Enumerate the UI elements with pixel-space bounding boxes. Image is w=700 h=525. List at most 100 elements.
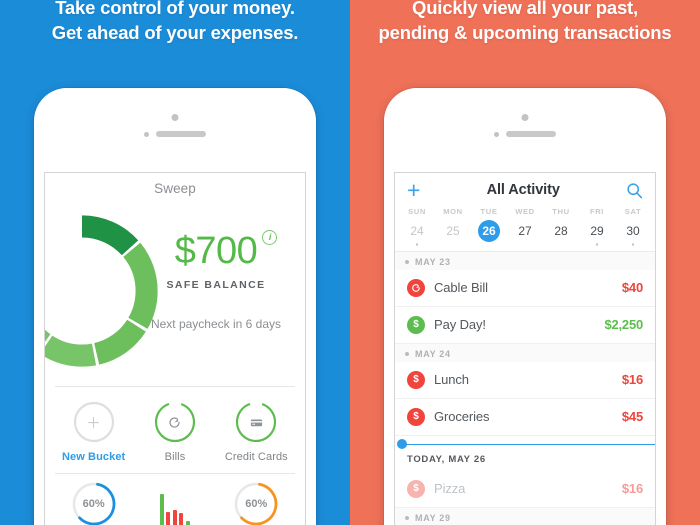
info-icon[interactable]: i	[262, 230, 278, 245]
transaction-amount: $40	[621, 280, 643, 295]
day-of-week-label: THU	[552, 207, 570, 216]
phone-sensor-icon	[494, 131, 499, 137]
activity-list: MAY 23 Cable Bill $40 $ Pay Day! $2,250 MAY 24…	[395, 250, 655, 525]
week-day-27[interactable]: WED 27	[507, 207, 543, 246]
right-headline: Quickly view all your past, pending & up…	[350, 0, 700, 45]
right-headline-line1: Quickly view all your past,	[412, 0, 638, 18]
mini-progress-ring-widget[interactable]: 60%	[216, 480, 296, 525]
day-activity-dot	[631, 243, 635, 246]
left-headline: Take control of your money. Get ahead of…	[0, 0, 350, 45]
right-panel: Quickly view all your past, pending & up…	[350, 0, 700, 525]
date-section-header: MAY 29	[395, 507, 655, 525]
day-activity-dot	[415, 243, 419, 246]
bar	[179, 513, 184, 525]
day-of-week-label: SAT	[624, 207, 642, 216]
bucket-item-credit-cards[interactable]: Credit Cards	[216, 400, 296, 463]
section-bullet-icon	[405, 351, 409, 356]
right-phone-mockup: + All Activity SUN 24 MON 25 TUE 26 WED 27 THU 28…	[384, 88, 666, 525]
transaction-amount: $16	[621, 481, 643, 496]
next-paycheck-text: Next paycheck in 6 days	[150, 317, 282, 331]
week-day-29[interactable]: FRI 29	[579, 207, 615, 246]
dollar-icon: $	[407, 407, 425, 426]
bucket-progress-ring	[234, 400, 278, 444]
section-bullet-icon	[405, 515, 409, 520]
bucket-progress-ring	[72, 400, 116, 444]
bucket-label: Credit Cards	[224, 451, 288, 463]
bucket-row: New Bucket Bills Credit Cards	[45, 387, 305, 473]
day-number: 24	[410, 224, 424, 238]
safe-balance-label: SAFE BALANCE	[166, 279, 266, 291]
today-line	[402, 443, 655, 446]
day-number: 27	[518, 224, 532, 238]
phone-earpiece	[144, 131, 206, 137]
mini-ring-percent: 60%	[245, 498, 268, 510]
day-of-week-label: WED	[515, 207, 535, 216]
left-panel: Take control of your money. Get ahead of…	[0, 0, 350, 525]
transaction-amount: $16	[621, 372, 643, 387]
add-transaction-button[interactable]: +	[407, 179, 420, 202]
phone-sensor-icon	[144, 131, 149, 137]
credit-card-icon	[250, 419, 262, 426]
right-headline-line2: pending & upcoming transactions	[378, 21, 672, 43]
bar	[159, 494, 164, 525]
week-day-26[interactable]: TUE 26	[471, 207, 507, 246]
phone-camera-icon	[171, 114, 179, 121]
recurring-icon	[169, 416, 181, 428]
transaction-name: Groceries	[434, 409, 490, 424]
date-section-header: MAY 24	[395, 343, 655, 362]
today-marker-line	[395, 438, 655, 452]
safe-balance-amount: $700 i	[174, 230, 278, 272]
search-icon[interactable]	[626, 182, 643, 199]
bar	[172, 510, 177, 525]
sweep-app-title: Sweep	[154, 181, 196, 196]
day-number: 28	[554, 224, 568, 238]
date-section-label: MAY 29	[415, 512, 451, 523]
bucket-item-bills[interactable]: Bills	[135, 400, 215, 463]
phone-earpiece	[494, 131, 556, 137]
phone-speaker-icon	[156, 131, 206, 137]
transaction-row[interactable]: Cable Bill $40	[395, 270, 655, 307]
day-number: 26	[478, 220, 500, 242]
bar	[166, 512, 171, 525]
transaction-name: Pay Day!	[434, 317, 486, 332]
mini-progress-ring-widget[interactable]: 60%	[54, 480, 134, 525]
activity-title: All Activity	[486, 182, 560, 198]
plus-icon	[88, 416, 100, 428]
activity-header: + All Activity	[395, 173, 655, 205]
date-section-label: MAY 24	[415, 348, 451, 359]
week-day-24[interactable]: SUN 24	[399, 207, 435, 246]
transaction-row[interactable]: $ Lunch $16	[395, 362, 655, 399]
mini-bar-chart	[151, 480, 199, 525]
today-label: TODAY, MAY 26	[407, 453, 486, 465]
left-phone-mockup: Sweep $700 i SAFE BALANCE Next paycheck …	[34, 88, 316, 525]
dollar-icon: $	[407, 370, 425, 389]
mini-ring-percent: 60%	[82, 498, 105, 510]
transaction-row[interactable]: $ Pay Day! $2,250	[395, 307, 655, 344]
week-day-25[interactable]: MON 25	[435, 207, 471, 246]
mini-bar-chart-widget[interactable]	[135, 480, 215, 525]
today-dot-icon	[397, 439, 407, 449]
phone-speaker-icon	[506, 131, 556, 137]
date-section-header: MAY 23	[395, 251, 655, 270]
week-day-28[interactable]: THU 28	[543, 207, 579, 246]
left-headline-line2: Get ahead of your expenses.	[51, 21, 299, 43]
activity-app-screen: + All Activity SUN 24 MON 25 TUE 26 WED 27 THU 28…	[394, 172, 656, 525]
day-activity-dot	[595, 243, 599, 246]
bucket-item-new-bucket[interactable]: New Bucket	[54, 400, 134, 463]
day-of-week-label: FRI	[589, 207, 605, 216]
day-of-week-label: SUN	[408, 207, 426, 216]
transaction-name: Pizza	[434, 481, 466, 496]
safe-balance-value: $700	[174, 230, 258, 272]
sweep-app-screen: Sweep $700 i SAFE BALANCE Next paycheck …	[44, 172, 306, 525]
date-section-label: MAY 23	[415, 256, 451, 267]
week-day-30[interactable]: SAT 30	[615, 207, 651, 246]
transaction-row[interactable]: $ Pizza $16	[395, 471, 655, 508]
mini-ring: 60%	[232, 480, 280, 525]
left-headline-line1: Take control of your money.	[55, 0, 295, 18]
day-of-week-label: MON	[443, 207, 463, 216]
transaction-amount: $45	[621, 409, 643, 424]
day-number: 25	[446, 224, 460, 238]
week-date-strip: SUN 24 MON 25 TUE 26 WED 27 THU 28 FRI 29 SAT 30	[395, 205, 655, 251]
phone-camera-icon	[521, 114, 529, 121]
transaction-row[interactable]: $ Groceries $45	[395, 399, 655, 436]
